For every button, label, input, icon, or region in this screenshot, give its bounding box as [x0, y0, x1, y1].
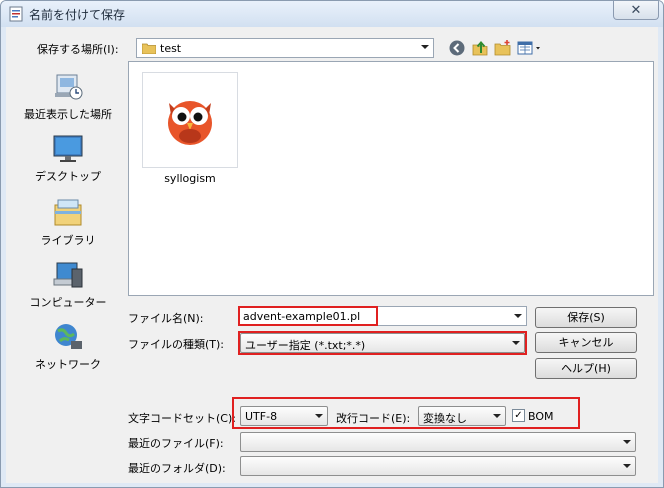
- close-icon: ✕: [630, 2, 642, 18]
- sidebar-item-label: ネットワーク: [35, 358, 101, 371]
- owl-icon: [168, 101, 212, 145]
- sidebar-item-label: ライブラリ: [40, 234, 96, 247]
- lookin-combo[interactable]: test: [136, 38, 434, 58]
- view-menu-icon[interactable]: [517, 39, 545, 57]
- charset-label: 文字コードセット(C):: [128, 412, 236, 425]
- recent-folders-label: 最近のフォルダ(D):: [128, 462, 226, 475]
- window-title: 名前を付けて保存: [29, 8, 126, 22]
- back-icon[interactable]: [448, 39, 466, 57]
- highlight-box: [238, 306, 378, 326]
- highlight-box: [238, 331, 527, 355]
- save-as-dialog: 名前を付けて保存 ✕ 保存する場所(I): test 最近表示した場所 デスクト…: [0, 0, 664, 488]
- recent-places-icon: [55, 74, 83, 100]
- dialog-body: 保存する場所(I): test 最近表示した場所 デスクトップ ライブラリ コン…: [6, 27, 658, 483]
- places-bar: 最近表示した場所 デスクトップ ライブラリ コンピューター ネットワーク: [13, 63, 123, 393]
- up-folder-icon[interactable]: [471, 39, 489, 57]
- recent-folders-select[interactable]: [240, 456, 636, 476]
- highlight-box: [232, 397, 580, 429]
- computer-icon: [53, 262, 83, 288]
- network-icon: [55, 324, 82, 349]
- save-button[interactable]: 保存(S): [535, 307, 637, 328]
- chevron-down-icon[interactable]: [514, 314, 522, 318]
- sidebar-item-libraries[interactable]: ライブラリ: [13, 197, 123, 248]
- file-list[interactable]: syllogism: [128, 61, 654, 296]
- sidebar-item-label: デスクトップ: [35, 170, 101, 183]
- chevron-down-icon[interactable]: [623, 464, 631, 468]
- sidebar-item-recent[interactable]: 最近表示した場所: [13, 71, 123, 122]
- chevron-down-icon[interactable]: [421, 45, 429, 49]
- lookin-label: 保存する場所(I):: [37, 43, 119, 56]
- libraries-icon: [54, 199, 82, 226]
- desktop-icon: [53, 135, 83, 162]
- file-thumbnail: [142, 72, 238, 168]
- recent-files-label: 最近のファイル(F):: [128, 437, 224, 450]
- help-button[interactable]: ヘルプ(H): [535, 358, 637, 379]
- filename-label: ファイル名(N):: [128, 312, 204, 325]
- chevron-down-icon[interactable]: [623, 440, 631, 444]
- app-icon: [9, 6, 23, 22]
- title-bar: 名前を付けて保存 ✕: [1, 1, 663, 27]
- file-name: syllogism: [164, 172, 216, 185]
- cancel-button[interactable]: キャンセル: [535, 332, 637, 353]
- sidebar-item-desktop[interactable]: デスクトップ: [13, 133, 123, 184]
- close-button[interactable]: ✕: [613, 1, 659, 20]
- lookin-value: test: [160, 42, 182, 55]
- sidebar-item-label: 最近表示した場所: [24, 108, 112, 121]
- sidebar-item-label: コンピューター: [29, 296, 107, 309]
- sidebar-item-computer[interactable]: コンピューター: [13, 259, 123, 310]
- filetype-label: ファイルの種類(T):: [128, 338, 225, 351]
- folder-icon: [142, 43, 156, 54]
- sidebar-item-network[interactable]: ネットワーク: [13, 321, 123, 372]
- list-item[interactable]: syllogism: [142, 72, 238, 185]
- new-folder-icon[interactable]: [494, 39, 512, 57]
- recent-files-select[interactable]: [240, 432, 636, 452]
